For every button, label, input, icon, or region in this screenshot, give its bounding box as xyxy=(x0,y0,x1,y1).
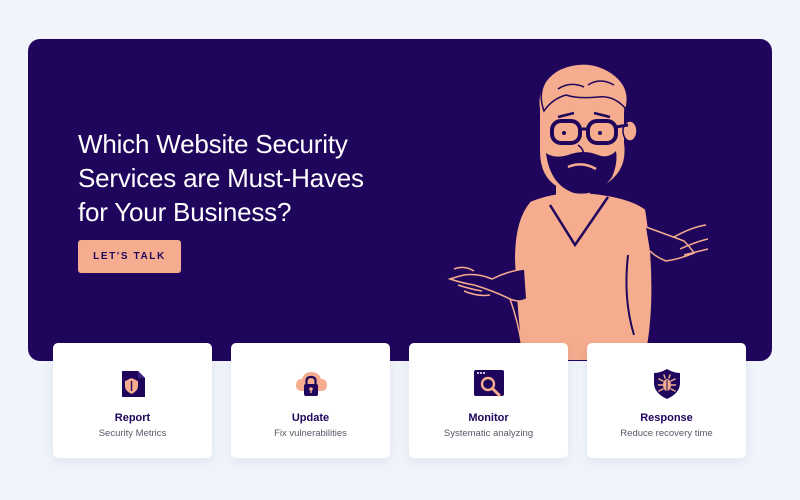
feature-subtitle: Fix vulnerabilities xyxy=(274,428,347,439)
feature-subtitle: Systematic analyzing xyxy=(443,428,534,439)
left-arm xyxy=(447,266,527,348)
right-arm xyxy=(645,224,708,262)
feature-card-response[interactable]: Response Reduce recovery time xyxy=(587,343,746,458)
feature-title: Monitor xyxy=(468,412,509,424)
feature-title: Update xyxy=(291,412,330,424)
feature-cards: Report Security Metrics Update Fix vulne… xyxy=(53,343,747,458)
feature-card-report[interactable]: Report Security Metrics xyxy=(53,343,212,458)
shield-bug-icon xyxy=(654,369,680,399)
hero-title: Which Website Security Services are Must… xyxy=(78,129,364,227)
shield-report-icon xyxy=(122,371,145,397)
feature-title: Response xyxy=(640,412,693,424)
feature-subtitle: Reduce recovery time xyxy=(620,428,713,439)
cloud-lock-icon xyxy=(296,372,327,396)
lets-talk-button[interactable]: LET'S TALK xyxy=(78,240,181,273)
confused-man-illustration xyxy=(447,63,708,361)
torso xyxy=(512,191,654,361)
feature-card-update[interactable]: Update Fix vulnerabilities xyxy=(231,343,390,458)
window-magnifier-icon xyxy=(474,370,504,397)
feature-subtitle: Security Metrics xyxy=(98,428,167,439)
hero-banner: Which Website Security Services are Must… xyxy=(28,39,772,361)
feature-title: Report xyxy=(114,412,151,424)
feature-card-monitor[interactable]: Monitor Systematic analyzing xyxy=(409,343,568,458)
